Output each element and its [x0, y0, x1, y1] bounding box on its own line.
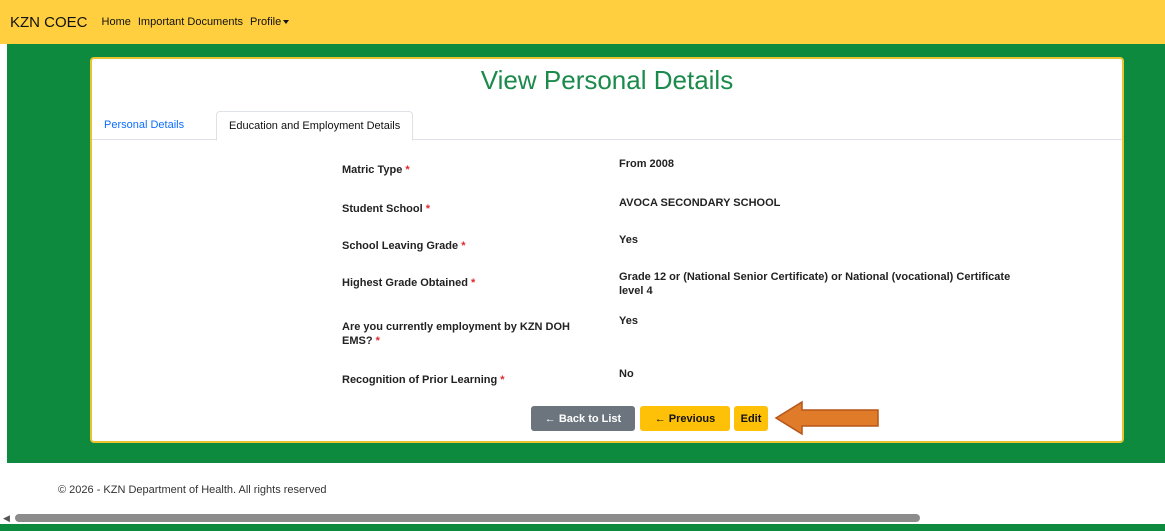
nav-profile-label: Profile	[250, 16, 282, 28]
field-label: Highest Grade Obtained *	[342, 276, 592, 290]
horizontal-scrollbar[interactable]: ◀	[0, 512, 1165, 524]
tab-personal-details[interactable]: Personal Details	[92, 111, 196, 140]
brand-link[interactable]: KZN COEC	[10, 14, 88, 31]
field-label-text: Highest Grade Obtained	[342, 277, 468, 289]
nav-home-link[interactable]: Home	[102, 16, 131, 28]
field-label-text: Matric Type	[342, 164, 403, 176]
field-value: AVOCA SECONDARY SCHOOL	[619, 197, 781, 209]
field-label-text: Student School	[342, 203, 423, 215]
field-value: Yes	[619, 234, 638, 246]
edit-button[interactable]: Edit	[734, 406, 768, 431]
tab-education-employment-details[interactable]: Education and Employment Details	[216, 111, 414, 141]
nav-profile-dropdown[interactable]: Profile	[250, 16, 290, 28]
field-label-text: School Leaving Grade	[342, 240, 459, 252]
field-label: Student School *	[342, 202, 592, 216]
bottom-band	[0, 524, 1165, 531]
field-value: Grade 12 or (National Senior Certificate…	[619, 271, 1011, 297]
previous-button[interactable]: ← Previous	[640, 406, 730, 431]
details-card: View Personal Details Personal Details E…	[90, 57, 1124, 443]
page-title: View Personal Details	[480, 65, 734, 95]
footer-copyright: © 2026 - KZN Department of Health. All r…	[58, 484, 327, 496]
nav-important-documents-link[interactable]: Important Documents	[138, 16, 243, 28]
arrow-left-icon	[774, 400, 879, 436]
field-value: Yes	[619, 315, 638, 327]
field-label-text: Recognition of Prior Learning	[342, 374, 498, 386]
required-marker: *	[375, 335, 380, 347]
scroll-left-arrow-icon[interactable]: ◀	[3, 513, 10, 524]
field-label: Are you currently employment by KZN DOH …	[342, 320, 582, 348]
required-marker: *	[470, 277, 476, 289]
required-marker: *	[425, 203, 431, 215]
top-navbar: KZN COEC Home Important Documents Profil…	[0, 0, 1165, 44]
tab-bar: Personal Details Education and Employmen…	[92, 111, 1122, 141]
field-value: From 2008	[619, 158, 675, 170]
required-marker: *	[405, 164, 410, 176]
field-label: School Leaving Grade *	[342, 239, 592, 253]
field-label: Recognition of Prior Learning *	[342, 373, 592, 387]
required-marker: *	[500, 374, 505, 386]
required-marker: *	[461, 240, 466, 252]
field-value: No	[619, 368, 634, 380]
chevron-down-icon	[283, 20, 290, 25]
field-label: Matric Type *	[342, 163, 592, 177]
back-to-list-button[interactable]: ← Back to List	[531, 406, 635, 431]
scrollbar-thumb[interactable]	[15, 514, 920, 522]
